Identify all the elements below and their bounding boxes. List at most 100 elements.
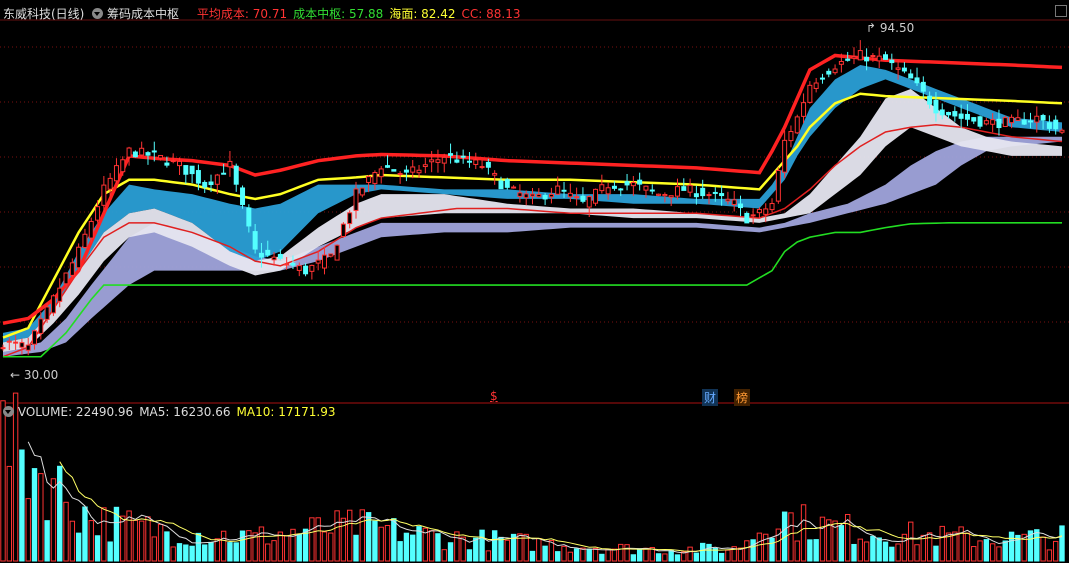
volume-bar [195, 532, 202, 562]
marker-ranking[interactable]: 榜 [734, 389, 751, 406]
candle-body [296, 265, 302, 271]
volume-bar [473, 537, 479, 562]
volume-bar [435, 533, 441, 562]
volume-bar [989, 543, 996, 562]
candle-body [271, 256, 277, 261]
candle-body [901, 67, 907, 72]
volume-bar [668, 549, 674, 562]
volume-bar [296, 533, 302, 562]
volume-bar [630, 554, 637, 562]
volume-bar [788, 512, 794, 562]
volume-bar [1002, 540, 1008, 562]
dropdown-icon[interactable] [3, 406, 14, 417]
candle-body [738, 203, 744, 209]
close-icon[interactable] [1055, 5, 1067, 17]
volume-bar [138, 520, 145, 562]
volume-bar [536, 538, 542, 562]
volume-bar [567, 551, 574, 562]
candle-body [202, 181, 208, 188]
candle-body [44, 306, 50, 320]
candle-body [876, 55, 882, 62]
volume-bar [265, 543, 271, 562]
volume-bar [227, 542, 233, 562]
candle-body [466, 160, 472, 163]
candle-body [593, 188, 599, 204]
candle-body [643, 185, 649, 191]
candle-body [69, 262, 75, 276]
candle-body [391, 169, 397, 172]
volume-bar [725, 549, 731, 562]
volume-bar [561, 545, 567, 562]
volume-bar [744, 540, 750, 562]
marker-dollar[interactable]: $ [490, 389, 498, 403]
candle-body [151, 150, 157, 153]
volume-bar [378, 526, 384, 562]
volume-bar [176, 543, 183, 562]
candle-body [889, 59, 895, 64]
volume-bar [542, 545, 548, 562]
volume-bar [145, 516, 151, 562]
candle-body [561, 189, 567, 192]
candle-body [498, 180, 504, 190]
volume-bar [428, 530, 435, 562]
marker-finance[interactable]: 财 [702, 389, 719, 406]
candle-body [630, 181, 636, 187]
candle-body [88, 220, 94, 239]
volume-bar [504, 539, 510, 562]
candle-body [315, 259, 321, 264]
candle-body [397, 173, 403, 176]
volume-bar [239, 530, 246, 562]
candle-body [649, 189, 655, 192]
candle-body [586, 196, 592, 208]
candle-body [252, 231, 258, 250]
candle-body [485, 161, 491, 168]
volume-bar [851, 543, 857, 562]
candle-body [13, 341, 19, 344]
candle-body [693, 193, 699, 198]
candle-body [492, 172, 498, 176]
volume-bar [309, 517, 315, 562]
candle-body [523, 193, 529, 199]
stock-title[interactable]: 东威科技(日线) [3, 7, 84, 21]
candle-body [410, 166, 416, 173]
volume-bar [454, 531, 460, 562]
volume-value-0: VOLUME: 22490.96 [17, 405, 134, 419]
volume-bar [75, 532, 82, 562]
candle-body [548, 193, 554, 198]
candle-body [813, 82, 819, 89]
volume-bar [737, 547, 744, 562]
volume-bar [996, 546, 1002, 562]
indicator-name[interactable]: 筹码成本中枢 [107, 7, 179, 21]
candle-body [775, 169, 781, 202]
candle-body [706, 194, 712, 197]
volume-bar [44, 520, 50, 562]
volume-bar [88, 520, 94, 562]
candle-body [32, 330, 38, 345]
volume-bar [132, 519, 139, 562]
volume-bar [939, 525, 945, 562]
candle-body [479, 166, 485, 169]
volume-bar [699, 542, 706, 562]
candle-body [567, 192, 573, 198]
candle-body [290, 262, 296, 266]
candle-body [170, 160, 176, 163]
volume-bar [599, 553, 605, 562]
volume-bar [50, 478, 57, 562]
candle-body [750, 214, 756, 217]
volume-bar [914, 544, 920, 562]
candle-body [826, 70, 832, 75]
candle-body [763, 208, 769, 215]
volume-bar [876, 537, 882, 562]
candle-body [321, 254, 327, 269]
candle-body [284, 263, 290, 266]
candle-body [448, 153, 454, 156]
dropdown-icon[interactable] [92, 8, 104, 19]
candle-body [372, 172, 378, 184]
volume-bar [807, 539, 813, 562]
volume-values: VOLUME: 22490.96 MA5: 16230.66 MA10: 17171… [18, 405, 342, 419]
candle-body [511, 186, 517, 189]
volume-bar [334, 510, 340, 562]
candle-body [605, 187, 611, 195]
volume-bar [0, 400, 6, 562]
volume-bar [952, 531, 958, 562]
